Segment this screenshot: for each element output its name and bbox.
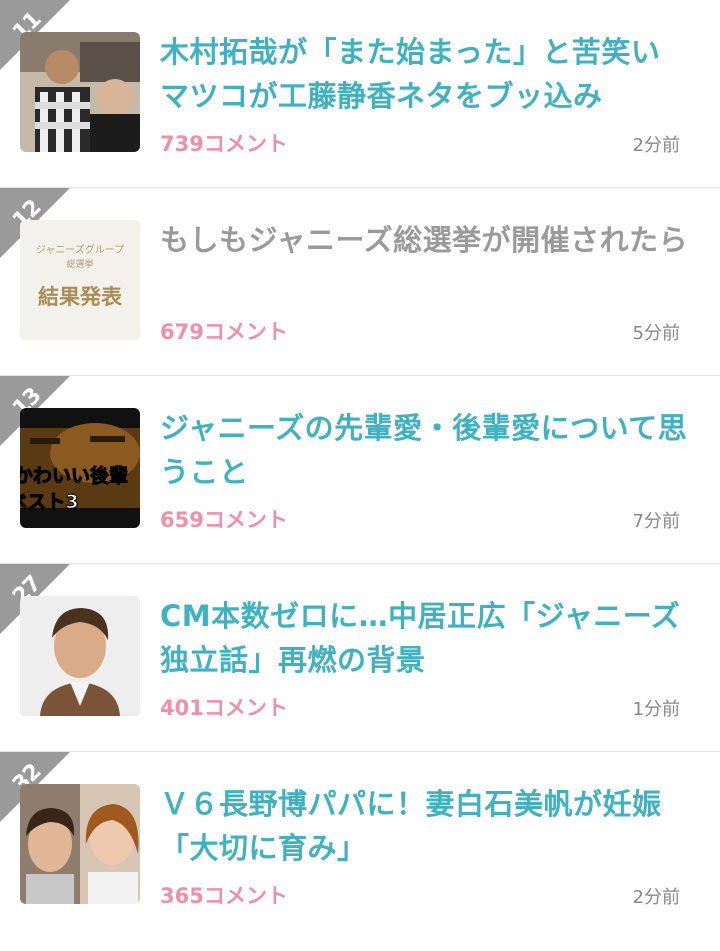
thumb-caption: かわいい後輩 — [20, 464, 128, 487]
timestamp: 5分前 — [632, 323, 680, 344]
couple-photo-icon[interactable] — [20, 784, 140, 904]
topic-row[interactable]: 27 CM本数ゼロに…中居正広「ジャニーズ独立話」再燃の背景 401コメント 1… — [0, 564, 720, 752]
timestamp: 7分前 — [632, 511, 680, 532]
thumb-caption: ジャニーズグループ — [36, 243, 124, 256]
topic-row[interactable]: 11 木村拓哉が「また始まった」と苦笑い マツコが工藤静香ネタをブッ込み 739… — [0, 0, 720, 188]
portrait-man-icon[interactable] — [20, 596, 140, 716]
topic-title[interactable]: 木村拓哉が「また始まった」と苦笑い マツコが工藤静香ネタをブッ込み — [160, 30, 690, 118]
topic-title[interactable]: もしもジャニーズ総選挙が開催されたら — [160, 218, 690, 262]
topic-row[interactable]: 13 かわいい後輩 ベスト3 ジャニーズの先輩愛・後輩愛について思うこと 659… — [0, 376, 720, 564]
timestamp: 2分前 — [632, 135, 680, 156]
topic-row[interactable]: 12 ジャニーズグループ 総選挙 結果発表 もしもジャニーズ総選挙が開催されたら… — [0, 188, 720, 376]
comment-count: 679コメント — [160, 320, 288, 344]
video-thumbnail-icon[interactable]: かわいい後輩 ベスト3 — [20, 408, 140, 528]
thumb-caption: ベスト3 — [20, 491, 79, 513]
topic-title[interactable]: ジャニーズの先輩愛・後輩愛について思うこと — [160, 406, 690, 494]
topic-row[interactable]: 32 Ｖ６長野博パパに！妻白石美帆が妊娠「大切に育み」 365コメント 2分前 — [0, 752, 720, 940]
results-announcement-icon[interactable]: ジャニーズグループ 総選挙 結果発表 — [20, 220, 140, 340]
topic-title[interactable]: CM本数ゼロに…中居正広「ジャニーズ独立話」再燃の背景 — [160, 594, 690, 682]
thumb-caption: 結果発表 — [38, 285, 123, 309]
thumb-caption: 総選挙 — [66, 258, 93, 270]
topic-list: 11 木村拓哉が「また始まった」と苦笑い マツコが工藤静香ネタをブッ込み 739… — [0, 0, 720, 940]
comment-count: 365コメント — [160, 884, 288, 908]
timestamp: 1分前 — [632, 699, 680, 720]
topic-title[interactable]: Ｖ６長野博パパに！妻白石美帆が妊娠「大切に育み」 — [160, 782, 690, 870]
comment-count: 739コメント — [160, 132, 288, 156]
timestamp: 2分前 — [632, 887, 680, 908]
photo-two-men-icon[interactable] — [20, 32, 140, 152]
comment-count: 401コメント — [160, 696, 288, 720]
comment-count: 659コメント — [160, 508, 288, 532]
